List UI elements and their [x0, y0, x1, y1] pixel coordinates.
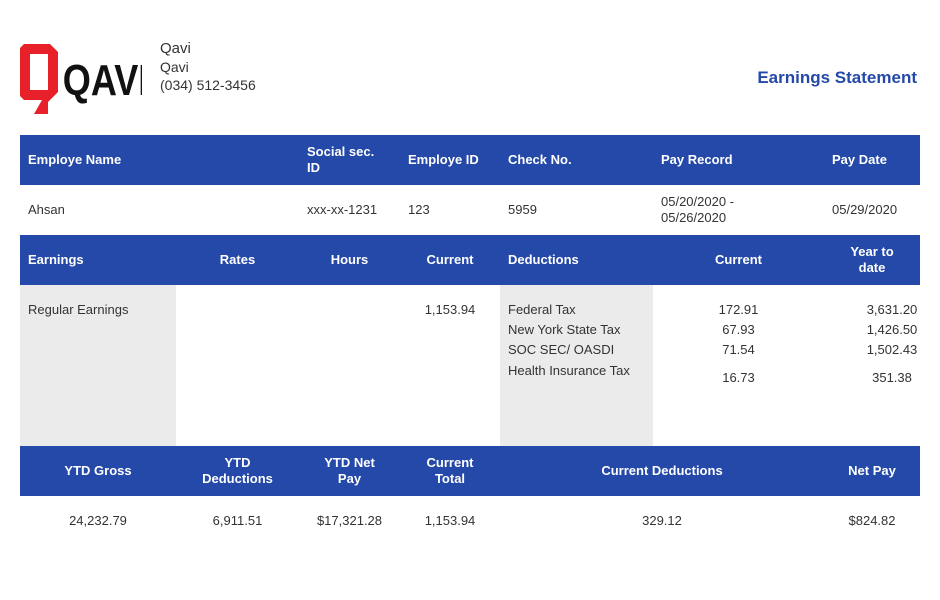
- col-earnings: Earnings: [28, 252, 84, 267]
- col-current-deductions: Current Deductions: [601, 463, 723, 478]
- list-item: 351.38: [872, 370, 912, 385]
- list-item: 71.54: [722, 342, 755, 357]
- earnings-current: 1,153.94: [424, 302, 476, 317]
- list-item: SOC SEC/ OASDI: [508, 342, 615, 357]
- list-item: 1,502.43: [866, 342, 918, 357]
- qavi-logo: QAVI: [20, 44, 142, 114]
- ytd-gross-value: 24,232.79: [69, 513, 127, 528]
- col-net-pay: Net Pay: [848, 463, 896, 478]
- col-deductions-current: Current: [715, 252, 762, 267]
- deductions-current-list: 172.91 67.93 71.54 16.73: [653, 300, 824, 388]
- col-ytd-deductions: YTD Deductions: [202, 455, 273, 486]
- summary-values-row: 24,232.79 6,911.51 $17,321.28 1,153.94 3…: [20, 496, 920, 546]
- col-rates: Rates: [219, 252, 256, 267]
- deductions-list: Federal Tax New York State Tax SOC SEC/ …: [508, 300, 648, 392]
- earnings-name: Regular Earnings: [28, 302, 129, 317]
- list-item: 67.93: [722, 322, 755, 337]
- company-line2: Qavi: [160, 59, 189, 75]
- employee-header-bar: Employe Name Social sec. ID Employe ID C…: [20, 135, 920, 185]
- summary-header-bar: YTD Gross YTD Deductions YTD Net Pay Cur…: [20, 446, 920, 496]
- logo-wordmark: QAVI: [63, 57, 142, 105]
- list-item: 1,426.50: [866, 322, 918, 337]
- earnings-body: Regular Earnings 1,153.94 Federal Tax Ne…: [20, 285, 920, 446]
- col-year-to-date: Year to date: [850, 244, 894, 275]
- doc-title: Earnings Statement: [757, 68, 917, 87]
- earnings-hours: [299, 300, 400, 320]
- col-deductions: Deductions: [508, 252, 579, 267]
- col-employee-name: Employe Name: [28, 152, 122, 167]
- col-ytd-net-pay: YTD Net Pay: [324, 455, 375, 486]
- employee-values-row: Ahsan xxx-xx-1231 123 5959 05/20/2020 - …: [20, 185, 920, 235]
- list-item: 172.91: [718, 302, 759, 317]
- pay-date-value: 05/29/2020: [832, 202, 898, 217]
- employee-id-value: 123: [408, 202, 430, 217]
- col-hours: Hours: [330, 252, 369, 267]
- earnings-header-bar: Earnings Rates Hours Current Deductions …: [20, 235, 920, 285]
- current-total-value: 1,153.94: [424, 513, 476, 528]
- list-item: 16.73: [722, 370, 755, 385]
- ssn-value: xxx-xx-1231: [307, 202, 378, 217]
- company-phone: (034) 512-3456: [160, 77, 256, 93]
- list-item: 3,631.20: [866, 302, 918, 317]
- col-ssn: Social sec. ID: [307, 144, 375, 175]
- col-current-total: Current Total: [426, 455, 474, 486]
- company-info: Qavi Qavi (034) 512-3456: [160, 40, 256, 94]
- col-pay-record: Pay Record: [661, 152, 733, 167]
- col-check-no: Check No.: [508, 152, 572, 167]
- pay-record-value: 05/20/2020 - 05/26/2020: [661, 194, 735, 225]
- deductions-ytd-list: 3,631.20 1,426.50 1,502.43 351.38: [824, 300, 940, 388]
- ytd-deductions-value: 6,911.51: [212, 513, 263, 528]
- ytd-net-pay-value: $17,321.28: [316, 513, 383, 528]
- list-item: Federal Tax: [508, 302, 576, 317]
- statement-header: QAVI Qavi Qavi (034) 512-3456 Earnings S…: [20, 40, 920, 120]
- company-name: Qavi: [160, 40, 191, 57]
- earnings-rate: [176, 300, 299, 320]
- current-deductions-value: 329.12: [642, 513, 682, 528]
- col-pay-date: Pay Date: [832, 152, 887, 167]
- employee-name-value: Ahsan: [28, 202, 65, 217]
- list-item: New York State Tax: [508, 322, 621, 337]
- check-no-value: 5959: [508, 202, 537, 217]
- col-ytd-gross: YTD Gross: [64, 463, 132, 478]
- col-earnings-current: Current: [426, 252, 474, 267]
- net-pay-value: $824.82: [848, 513, 896, 528]
- col-employee-id: Employe ID: [408, 152, 479, 167]
- list-item: Health Insurance Tax: [508, 363, 630, 378]
